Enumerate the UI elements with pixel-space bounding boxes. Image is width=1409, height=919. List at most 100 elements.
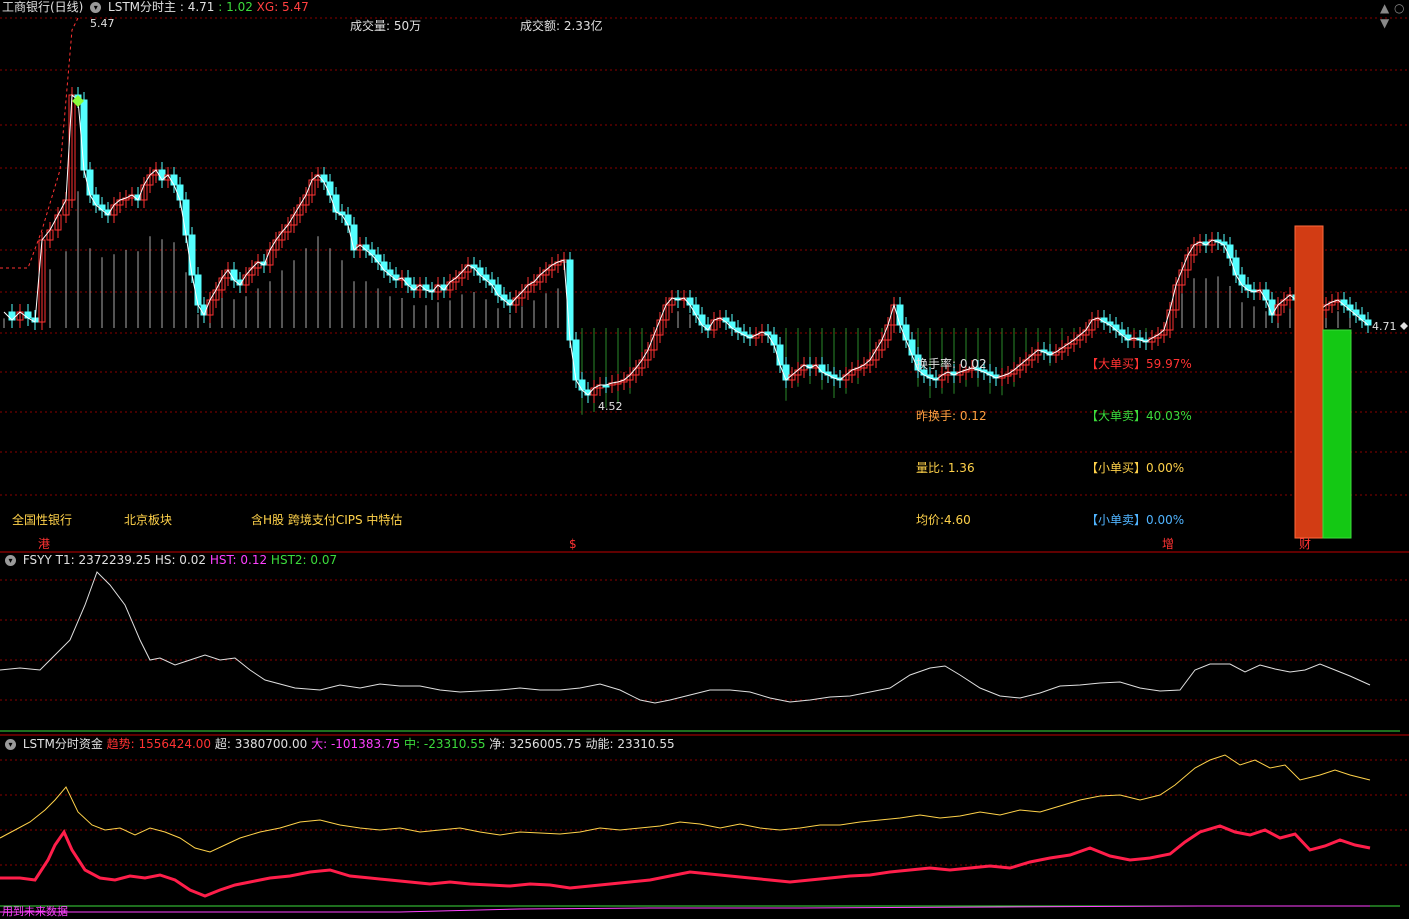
candle-body bbox=[1364, 319, 1372, 326]
candle-body bbox=[176, 184, 184, 201]
candle-body bbox=[170, 174, 178, 186]
candle-body bbox=[326, 181, 334, 196]
volume-ratio: 量比: 1.36 bbox=[916, 461, 975, 475]
hk-marker[interactable]: 港 bbox=[38, 537, 50, 551]
candle-body bbox=[368, 249, 376, 256]
panel3-trend: 趋势: 1556424.00 bbox=[106, 737, 212, 751]
candle-body bbox=[908, 339, 916, 356]
candle-body bbox=[194, 274, 202, 306]
resistance-line bbox=[0, 17, 79, 269]
candle-body bbox=[80, 99, 88, 171]
candle-body bbox=[1112, 324, 1120, 331]
candle-body bbox=[1262, 289, 1270, 301]
close-price-line bbox=[3, 93, 1369, 396]
panel3-mid: 中: -23310.55 bbox=[404, 737, 486, 751]
last-price-label: 4.71 bbox=[1372, 320, 1397, 333]
panel2-t1: T1: 2372239.25 bbox=[55, 553, 151, 567]
candle-body bbox=[896, 304, 904, 326]
candle-body bbox=[1352, 309, 1360, 316]
buy-volume-bar bbox=[1294, 225, 1324, 539]
candle-body bbox=[566, 259, 574, 341]
candle-body bbox=[1238, 274, 1246, 286]
candle-body bbox=[1358, 314, 1366, 321]
candle-body bbox=[380, 261, 388, 271]
candle-body bbox=[686, 297, 694, 306]
candle-body bbox=[92, 194, 100, 206]
future-data-warning: 用到未来数据 bbox=[2, 905, 68, 918]
high-price-label: 5.47 bbox=[90, 17, 115, 30]
candle-body bbox=[332, 194, 340, 213]
candle-body bbox=[404, 277, 412, 286]
candle-body bbox=[776, 344, 784, 366]
trend-line bbox=[0, 824, 1371, 898]
candle-body bbox=[386, 269, 394, 276]
candle-body bbox=[698, 314, 706, 326]
candle-body bbox=[230, 269, 238, 281]
candle-body bbox=[374, 254, 382, 263]
big-fund-line bbox=[0, 905, 1370, 913]
sector-tag[interactable]: 全国性银行 bbox=[12, 513, 72, 527]
candle-body bbox=[494, 284, 502, 296]
panel3-momentum: 动能: 23310.55 bbox=[585, 737, 675, 751]
candle-body bbox=[422, 284, 430, 291]
low-price-label: 4.52 bbox=[598, 400, 623, 413]
panel3-big: 大: -101383.75 bbox=[311, 737, 401, 751]
candle-body bbox=[1268, 299, 1276, 316]
panel2-name: FSYY bbox=[22, 553, 52, 567]
candle-body bbox=[350, 224, 358, 251]
panel3-menu-icon[interactable]: ▾ bbox=[5, 739, 16, 750]
candle-body bbox=[902, 324, 910, 341]
candle-body bbox=[8, 311, 16, 321]
region-tag[interactable]: 北京板块 bbox=[124, 513, 172, 527]
shares-increase-marker[interactable]: 增 bbox=[1162, 537, 1174, 551]
average-price: 均价:4.60 bbox=[916, 513, 971, 527]
candle-body bbox=[1340, 299, 1348, 306]
candle-body bbox=[362, 244, 370, 251]
candle-body bbox=[188, 234, 196, 276]
candle-body bbox=[578, 379, 586, 391]
panel2-header: ▾ FSYY T1: 2372239.25 HS: 0.02 HST: 0.12… bbox=[2, 553, 337, 567]
finance-marker[interactable]: 财 bbox=[1299, 537, 1311, 551]
panel2-hst2: HST2: 0.07 bbox=[270, 553, 338, 567]
candle-body bbox=[692, 304, 700, 316]
small-sell-ratio: 【小单卖】0.00% bbox=[1086, 513, 1185, 527]
super-fund-line bbox=[0, 754, 1371, 853]
candle-body bbox=[572, 339, 580, 381]
panel3-super: 超: 3380700.00 bbox=[214, 737, 308, 751]
price-pointer bbox=[1400, 322, 1408, 330]
candle-body bbox=[488, 279, 496, 286]
candle-body bbox=[24, 311, 32, 319]
candle-body bbox=[482, 274, 490, 281]
concept-tag[interactable]: 含H股 跨境支付CIPS 中特估 bbox=[251, 513, 402, 527]
candle-body bbox=[476, 267, 484, 276]
candle-body bbox=[1232, 257, 1240, 276]
prev-turnover: 昨换手: 0.12 bbox=[916, 409, 987, 423]
candle-body bbox=[1346, 304, 1354, 311]
panel3-name: LSTM分时资金 bbox=[22, 737, 103, 751]
sell-volume-bar bbox=[1322, 329, 1352, 539]
panel2-hst: HST: 0.12 bbox=[209, 553, 268, 567]
panel2-menu-icon[interactable]: ▾ bbox=[5, 555, 16, 566]
candle-body bbox=[98, 204, 106, 211]
dividend-marker[interactable]: $ bbox=[569, 537, 577, 551]
candle-body bbox=[500, 294, 508, 301]
small-buy-ratio: 【小单买】0.00% bbox=[1086, 461, 1185, 475]
candle-body bbox=[1226, 244, 1234, 259]
fsyy-line bbox=[0, 571, 1371, 704]
candle-body bbox=[818, 364, 826, 373]
candle-body bbox=[770, 334, 778, 346]
panel3-net: 净: 3256005.75 bbox=[489, 737, 582, 751]
big-buy-ratio: 【大单买】59.97% bbox=[1086, 357, 1192, 371]
candle-body bbox=[320, 174, 328, 183]
candle-body bbox=[86, 169, 94, 196]
candle-body bbox=[410, 284, 418, 291]
candle-body bbox=[728, 321, 736, 329]
candle-body bbox=[1244, 284, 1252, 291]
candle-body bbox=[182, 199, 190, 236]
candlestick-chart[interactable] bbox=[0, 0, 1409, 919]
big-sell-ratio: 【大单卖】40.03% bbox=[1086, 409, 1192, 423]
turnover-rate: 换手率: 0.02 bbox=[916, 357, 987, 371]
panel2-hs: HS: 0.02 bbox=[154, 553, 207, 567]
candle-body bbox=[1118, 329, 1126, 336]
panel3-header: ▾ LSTM分时资金 趋势: 1556424.00 超: 3380700.00 … bbox=[2, 737, 675, 751]
